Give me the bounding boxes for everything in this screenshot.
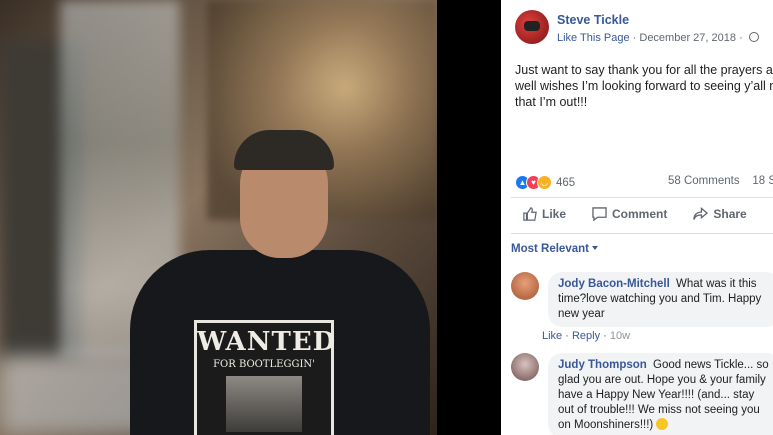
comment-actions-sep-2: · [603,330,610,342]
share-button-label: Share [713,207,747,221]
shirt-wanted-subtitle: FOR BOOTLEGGIN' [213,359,315,370]
share-icon [693,207,709,220]
comment-bubble: Jody Bacon-Mitchell What was it this tim… [548,272,773,327]
comment-sort-dropdown[interactable]: Most Relevant [511,243,598,255]
comment-sort-label: Most Relevant [511,243,589,255]
shirt-wanted-title: WANTED [197,327,337,357]
post-panel: Steve Tickle Like This Page · December 2… [501,0,773,435]
reaction-count: 465 [556,176,576,189]
comment-reply-link[interactable]: Reply [572,330,600,342]
thumbs-up-icon [523,207,537,221]
comment-button[interactable]: Comment [592,207,667,221]
author-name[interactable]: Steve Tickle [557,13,629,27]
smile-emoji-icon [656,418,669,430]
post-actions: Like Comment Share [523,207,773,221]
commenter-avatar[interactable] [511,272,539,300]
shirt-wanted-graphic: WANTED FOR BOOTLEGGIN' [194,320,337,435]
author-avatar[interactable] [515,10,549,44]
comment-like-link[interactable]: Like [542,330,562,342]
haha-reaction-icon: ◡ [537,175,552,190]
comment-icon [592,207,607,221]
divider-top [511,197,773,198]
post-meta: Like This Page · December 27, 2018 · [557,32,759,44]
globe-icon[interactable] [748,32,759,42]
post-text: Just want to say thank you for all the p… [515,63,773,109]
comment-button-label: Comment [612,207,668,221]
chevron-down-icon [591,246,598,250]
shirt-wanted-picture [226,376,302,432]
photo-cap [234,130,334,170]
like-page-link[interactable]: Like This Page [557,32,630,44]
commenter-name[interactable]: Jody Bacon-Mitchell [558,278,670,290]
like-button[interactable]: Like [523,207,566,221]
photo-person: WANTED FOR BOOTLEGGIN' [130,130,430,435]
meta-separator-2: · [739,32,746,44]
post-date[interactable]: December 27, 2018 [639,32,736,44]
divider-bottom [511,233,773,234]
commenter-avatar[interactable] [511,353,539,381]
share-button[interactable]: Share [693,207,747,221]
like-button-label: Like [542,207,567,221]
comment-time[interactable]: 10w [610,330,630,342]
comment-actions-sep: · [565,330,572,342]
comment-bubble: Judy Thompson Good news Tickle... so gla… [548,353,773,435]
shares-count[interactable]: 18 Shares [752,175,773,187]
post-stats: 58 Comments 18 Shares [668,175,773,187]
commenter-name[interactable]: Judy Thompson [558,359,647,371]
reactions-summary[interactable]: ▲ ♥ ◡ 465 [515,175,575,190]
comments-count[interactable]: 58 Comments [668,175,740,187]
post-photo[interactable]: WANTED FOR BOOTLEGGIN' [0,0,437,435]
comment-actions: Like · Reply · 10w [542,330,630,342]
stats-spacer [743,175,749,187]
